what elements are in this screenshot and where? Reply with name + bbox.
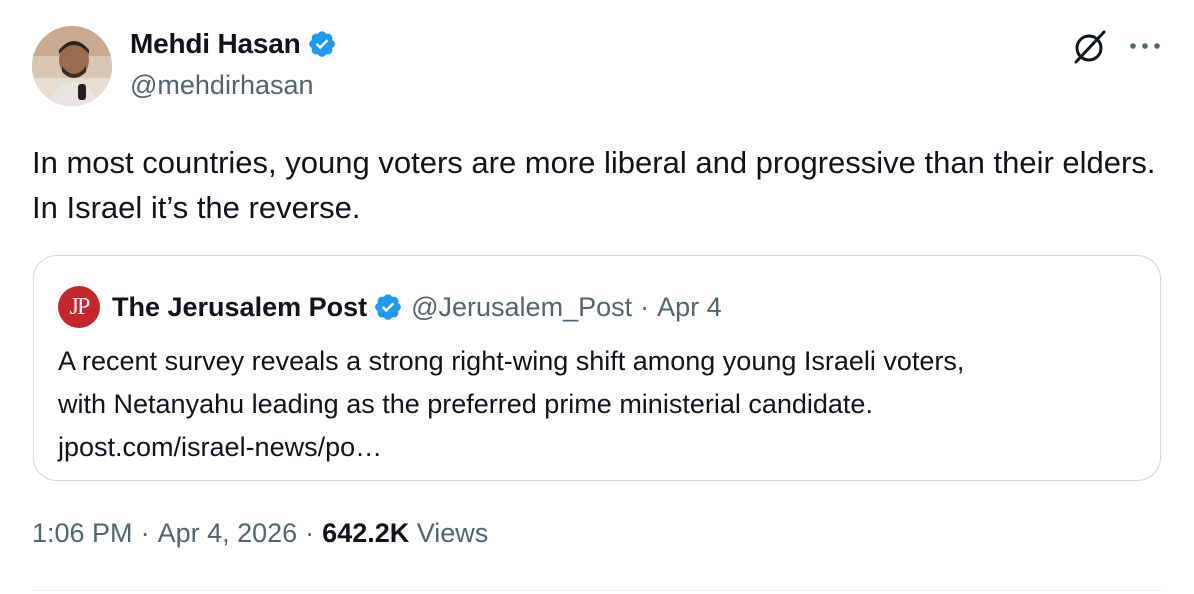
tweet-date[interactable]: Apr 4, 2026 xyxy=(158,518,298,548)
quoted-tweet-text-line: A recent survey reveals a strong right-w… xyxy=(58,346,965,376)
author-handle[interactable]: @mehdirhasan xyxy=(130,70,314,101)
quoted-tweet-card[interactable]: JP The Jerusalem Post @Jerusalem_Post · … xyxy=(33,255,1161,481)
author-display-name[interactable]: Mehdi Hasan xyxy=(130,28,301,60)
quoted-tweet-text: A recent survey reveals a strong right-w… xyxy=(58,340,1138,469)
meta-separator: · xyxy=(140,518,150,548)
quoted-tweet-header: JP The Jerusalem Post @Jerusalem_Post · … xyxy=(58,286,722,328)
quoted-verified-badge-icon[interactable] xyxy=(373,292,403,322)
quoted-author-display-name[interactable]: The Jerusalem Post xyxy=(112,292,367,323)
divider xyxy=(32,590,1162,591)
tweet-time[interactable]: 1:06 PM xyxy=(32,518,133,548)
tweet-meta-row: 1:06 PM · Apr 4, 2026 · 642.2K Views xyxy=(32,518,488,549)
tweet-text: In most countries, young voters are more… xyxy=(32,145,1156,225)
author-avatar-image xyxy=(32,26,112,106)
grok-icon[interactable] xyxy=(1071,28,1109,66)
author-name-row: Mehdi Hasan xyxy=(130,28,337,60)
quoted-tweet-link[interactable]: jpost.com/israel-news/po… xyxy=(58,426,1138,469)
views-count[interactable]: 642.2K xyxy=(322,518,409,548)
quoted-tweet-text-line: with Netanyahu leading as the preferred … xyxy=(58,389,873,419)
quoted-author-handle[interactable]: @Jerusalem_Post xyxy=(411,292,632,323)
views-label: Views xyxy=(416,518,489,548)
author-avatar[interactable] xyxy=(32,26,112,106)
tweet: Mehdi Hasan @mehdirhasan In most countri… xyxy=(0,0,1194,594)
quoted-separator: · xyxy=(640,291,650,322)
quoted-author-avatar[interactable]: JP xyxy=(58,286,100,328)
meta-separator: · xyxy=(305,518,315,548)
verified-badge-icon[interactable] xyxy=(307,29,337,59)
more-options-icon[interactable] xyxy=(1125,34,1165,58)
quoted-tweet-date[interactable]: Apr 4 xyxy=(657,292,722,323)
